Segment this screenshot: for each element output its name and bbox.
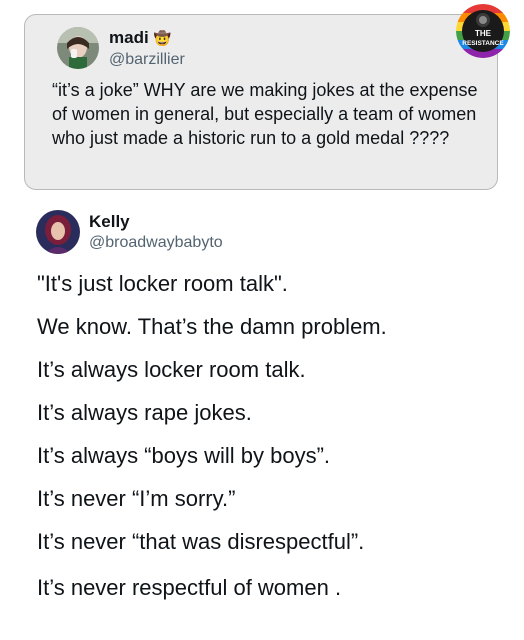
kelly-display-name[interactable]: Kelly [89, 212, 130, 232]
quoted-tweet-card[interactable]: madi 🤠 @barzillier “it’s a joke” WHY are… [24, 14, 498, 190]
madi-handle[interactable]: @barzillier [109, 51, 185, 69]
quoted-tweet-text: “it’s a joke” WHY are we making jokes at… [52, 80, 478, 148]
post-line: It’s never respectful of women . [37, 575, 342, 600]
madi-name-row: madi 🤠 [109, 27, 171, 49]
madi-avatar[interactable] [57, 27, 99, 69]
post-line: It’s never “I’m sorry.” [37, 486, 236, 511]
kelly-handle[interactable]: @broadwaybabyto [89, 234, 223, 252]
madi-display-name[interactable]: madi [109, 28, 149, 48]
cowboy-hat-face-icon: 🤠 [153, 30, 172, 46]
post-line: It’s always rape jokes. [37, 400, 252, 425]
kelly-avatar[interactable] [36, 210, 80, 254]
post-line: We know. That’s the damn problem. [37, 314, 387, 339]
post-line: It’s never “that was disrespectful”. [37, 529, 365, 554]
post-line: "It's just locker room talk". [37, 271, 288, 296]
badge-line-1: THE [475, 29, 492, 38]
post-line: It’s always locker room talk. [37, 357, 306, 382]
badge-line-2: RESISTANCE [462, 40, 504, 47]
post-line: It’s always “boys will by boys”. [37, 443, 331, 468]
resistance-badge: THE RESISTANCE [456, 4, 510, 58]
